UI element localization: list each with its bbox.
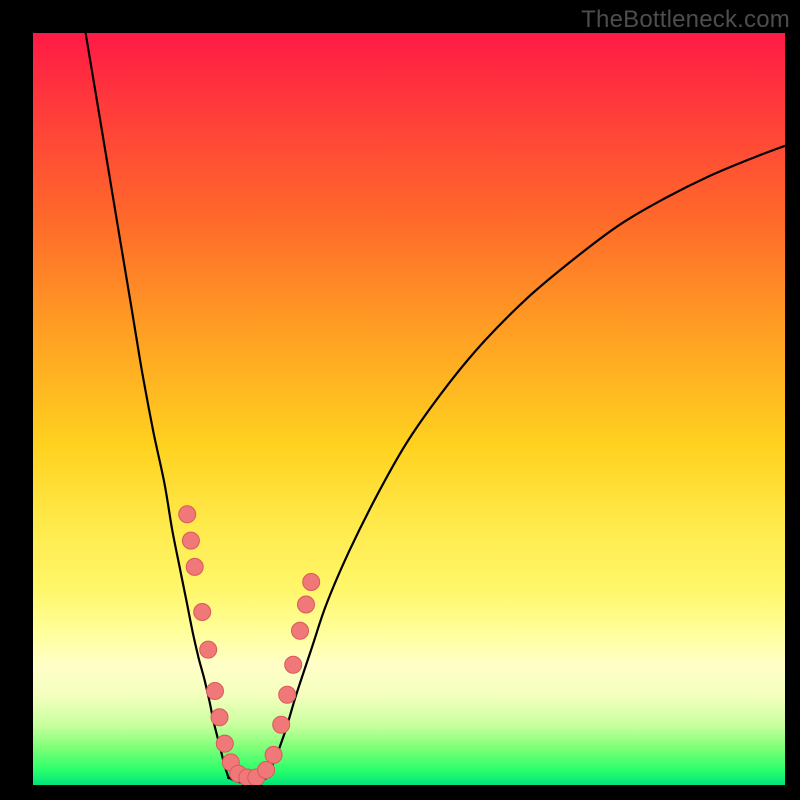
data-marker xyxy=(279,686,296,703)
data-marker xyxy=(182,532,199,549)
data-marker xyxy=(285,656,302,673)
data-marker xyxy=(207,683,224,700)
data-marker xyxy=(258,762,275,779)
marker-group xyxy=(179,506,320,785)
data-marker xyxy=(273,716,290,733)
data-marker xyxy=(211,709,228,726)
data-marker xyxy=(216,735,233,752)
data-marker xyxy=(186,558,203,575)
curve-layer xyxy=(33,33,785,785)
bottleneck-curve xyxy=(86,33,785,783)
data-marker xyxy=(200,641,217,658)
watermark-text: TheBottleneck.com xyxy=(581,6,790,34)
data-marker xyxy=(292,622,309,639)
data-marker xyxy=(265,746,282,763)
data-marker xyxy=(179,506,196,523)
chart-frame: TheBottleneck.com xyxy=(0,0,800,800)
data-marker xyxy=(303,574,320,591)
data-marker xyxy=(298,596,315,613)
plot-area xyxy=(33,33,785,785)
data-marker xyxy=(194,604,211,621)
